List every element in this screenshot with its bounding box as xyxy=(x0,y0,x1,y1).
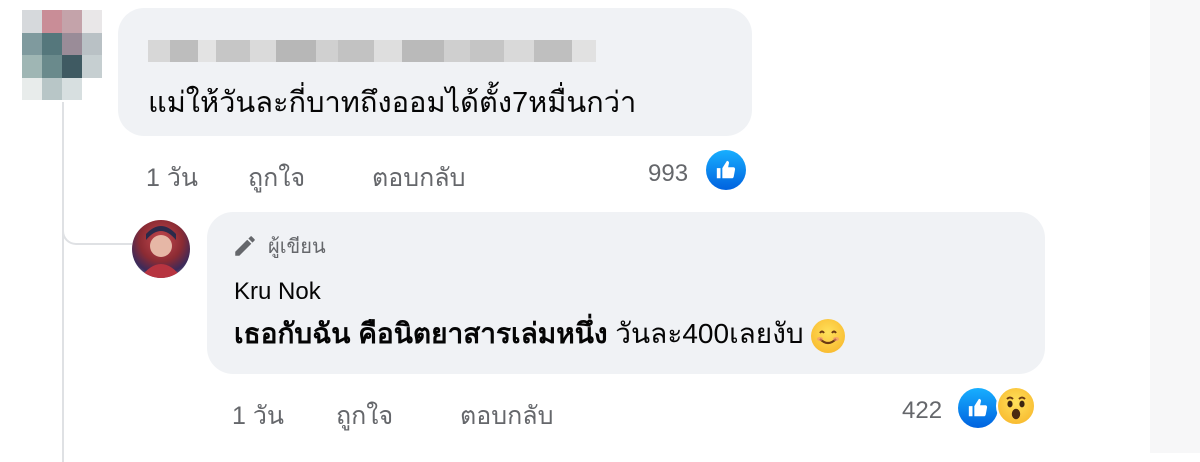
comment-text: แม่ให้วันละกี่บาทถึงออมได้ตั้ง7หมื่นกว่า xyxy=(148,87,637,119)
author-badge-label: ผู้เขียน xyxy=(268,236,326,258)
reply-button[interactable]: ตอบกลับ xyxy=(460,396,553,436)
commenter-name-blurred[interactable] xyxy=(148,40,598,62)
thumbs-up-icon[interactable] xyxy=(706,150,746,190)
reply-text-plain: วันละ400เลยงับ xyxy=(615,318,804,349)
reply-text-bold: เธอกับฉัน คือนิตยาสารเล่มหนึ่ง xyxy=(234,318,608,349)
reply-actions: 1 วัน ถูกใจ ตอบกลับ xyxy=(0,396,900,430)
reply-button[interactable]: ตอบกลับ xyxy=(372,158,465,198)
like-button[interactable]: ถูกใจ xyxy=(336,396,393,436)
author-badge: ผู้เขียน xyxy=(232,230,326,262)
avatar[interactable] xyxy=(22,10,102,100)
page-edge-strip xyxy=(1150,0,1200,453)
reply-text: เธอกับฉัน คือนิตยาสารเล่มหนึ่ง วันละ400เ… xyxy=(234,317,846,353)
comment-time[interactable]: 1 วัน xyxy=(146,158,198,198)
thumbs-up-icon[interactable] xyxy=(958,388,998,428)
author-name[interactable]: Kru Nok xyxy=(234,278,321,306)
pencil-icon xyxy=(235,236,255,256)
reply-connector-line xyxy=(62,200,132,245)
like-button[interactable]: ถูกใจ xyxy=(248,158,305,198)
reaction-count[interactable]: 422 xyxy=(902,397,942,425)
comment-actions: 1 วัน ถูกใจ ตอบกลับ xyxy=(0,158,760,192)
author-avatar[interactable] xyxy=(132,220,190,278)
reply-time[interactable]: 1 วัน xyxy=(232,396,284,436)
reaction-count[interactable]: 993 xyxy=(648,160,688,188)
wow-reaction-icon[interactable] xyxy=(996,386,1036,426)
smiling-face-emoji xyxy=(811,318,846,353)
